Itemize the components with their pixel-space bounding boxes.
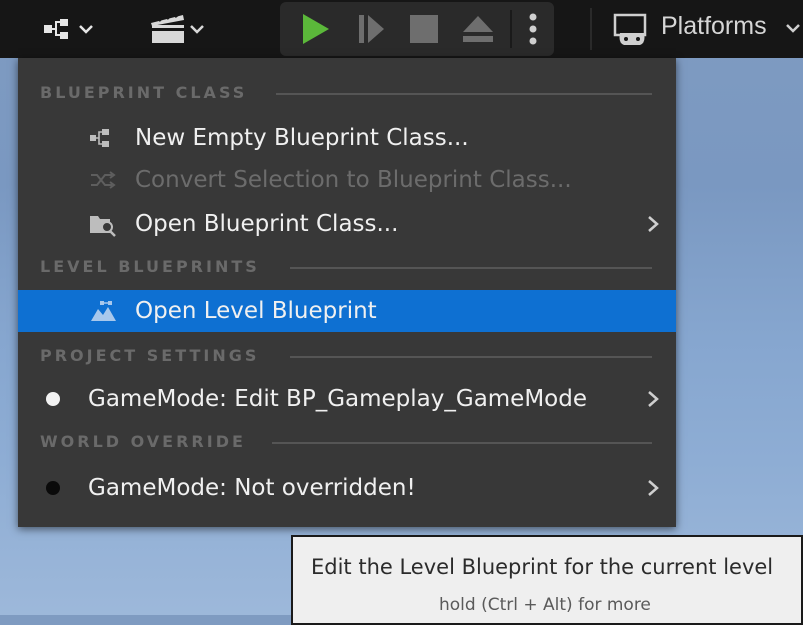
chevron-right-icon bbox=[648, 391, 659, 407]
toolbar-divider bbox=[590, 8, 592, 50]
menu-item-open-level-blueprint[interactable]: Open Level Blueprint bbox=[18, 290, 676, 332]
section-divider bbox=[276, 93, 652, 95]
section-level-blueprints: LEVEL BLUEPRINTS bbox=[18, 252, 676, 282]
more-options-button[interactable] bbox=[512, 2, 554, 56]
chevron-right-icon bbox=[648, 480, 659, 496]
menu-item-gamemode-not-overridden[interactable]: GameMode: Not overridden! bbox=[18, 467, 676, 509]
section-title: LEVEL BLUEPRINTS bbox=[40, 257, 260, 276]
platforms-label: Platforms bbox=[661, 12, 767, 40]
menu-item-label: New Empty Blueprint Class... bbox=[135, 125, 469, 151]
clapperboard-icon bbox=[151, 13, 184, 43]
cinematics-dropdown-button[interactable] bbox=[136, 0, 216, 58]
section-divider bbox=[290, 356, 652, 358]
play-controls bbox=[280, 2, 554, 56]
chevron-down-icon bbox=[786, 24, 800, 33]
stop-button[interactable] bbox=[398, 2, 450, 56]
chevron-down-icon bbox=[190, 25, 204, 34]
chevron-right-icon bbox=[648, 216, 659, 232]
menu-item-label: Convert Selection to Blueprint Class... bbox=[135, 167, 572, 193]
main-toolbar: Platforms bbox=[0, 0, 803, 58]
blueprints-menu: BLUEPRINT CLASS New Empty Blueprint Clas… bbox=[18, 58, 676, 527]
eject-button[interactable] bbox=[452, 2, 504, 56]
section-divider bbox=[290, 267, 652, 269]
convert-shuffle-icon bbox=[91, 171, 116, 189]
section-title: BLUEPRINT CLASS bbox=[40, 83, 248, 102]
menu-item-open-blueprint-class[interactable]: Open Blueprint Class... bbox=[18, 203, 676, 245]
menu-item-new-empty-blueprint-class[interactable]: New Empty Blueprint Class... bbox=[18, 117, 676, 159]
menu-item-convert-selection[interactable]: Convert Selection to Blueprint Class... bbox=[18, 159, 676, 201]
section-world-override: WORLD OVERRIDE bbox=[18, 427, 676, 457]
menu-item-gamemode-edit[interactable]: GameMode: Edit BP_Gameplay_GameMode bbox=[18, 378, 676, 420]
blueprint-graph-icon bbox=[44, 19, 68, 39]
play-button[interactable] bbox=[288, 2, 340, 56]
menu-item-label: Open Blueprint Class... bbox=[135, 211, 399, 237]
stop-icon bbox=[410, 15, 438, 43]
section-title: WORLD OVERRIDE bbox=[40, 432, 246, 451]
eject-icon bbox=[463, 16, 493, 42]
section-divider bbox=[272, 442, 652, 444]
play-icon bbox=[303, 14, 329, 44]
section-blueprint-class: BLUEPRINT CLASS bbox=[18, 78, 676, 108]
blueprint-dropdown-button[interactable] bbox=[26, 0, 106, 58]
menu-item-label: Open Level Blueprint bbox=[135, 298, 377, 324]
tooltip: Edit the Level Blueprint for the current… bbox=[291, 535, 803, 625]
white-dot-icon bbox=[46, 392, 60, 406]
black-dot-icon bbox=[46, 481, 60, 495]
section-project-settings: PROJECT SETTINGS bbox=[18, 341, 676, 371]
blueprint-class-icon bbox=[90, 129, 109, 147]
chevron-down-icon bbox=[79, 25, 93, 34]
level-blueprint-icon bbox=[91, 301, 116, 321]
folder-search-icon bbox=[90, 216, 116, 237]
tooltip-hint: hold (Ctrl + Alt) for more bbox=[439, 595, 651, 615]
section-title: PROJECT SETTINGS bbox=[40, 346, 260, 365]
menu-item-label: GameMode: Edit BP_Gameplay_GameMode bbox=[88, 386, 588, 412]
tooltip-text: Edit the Level Blueprint for the current… bbox=[311, 555, 774, 579]
platforms-icon bbox=[613, 13, 647, 45]
advance-frame-button[interactable] bbox=[344, 2, 396, 56]
advance-frame-icon bbox=[359, 15, 384, 43]
more-vertical-icon bbox=[529, 13, 537, 45]
menu-item-label: GameMode: Not overridden! bbox=[88, 475, 416, 501]
